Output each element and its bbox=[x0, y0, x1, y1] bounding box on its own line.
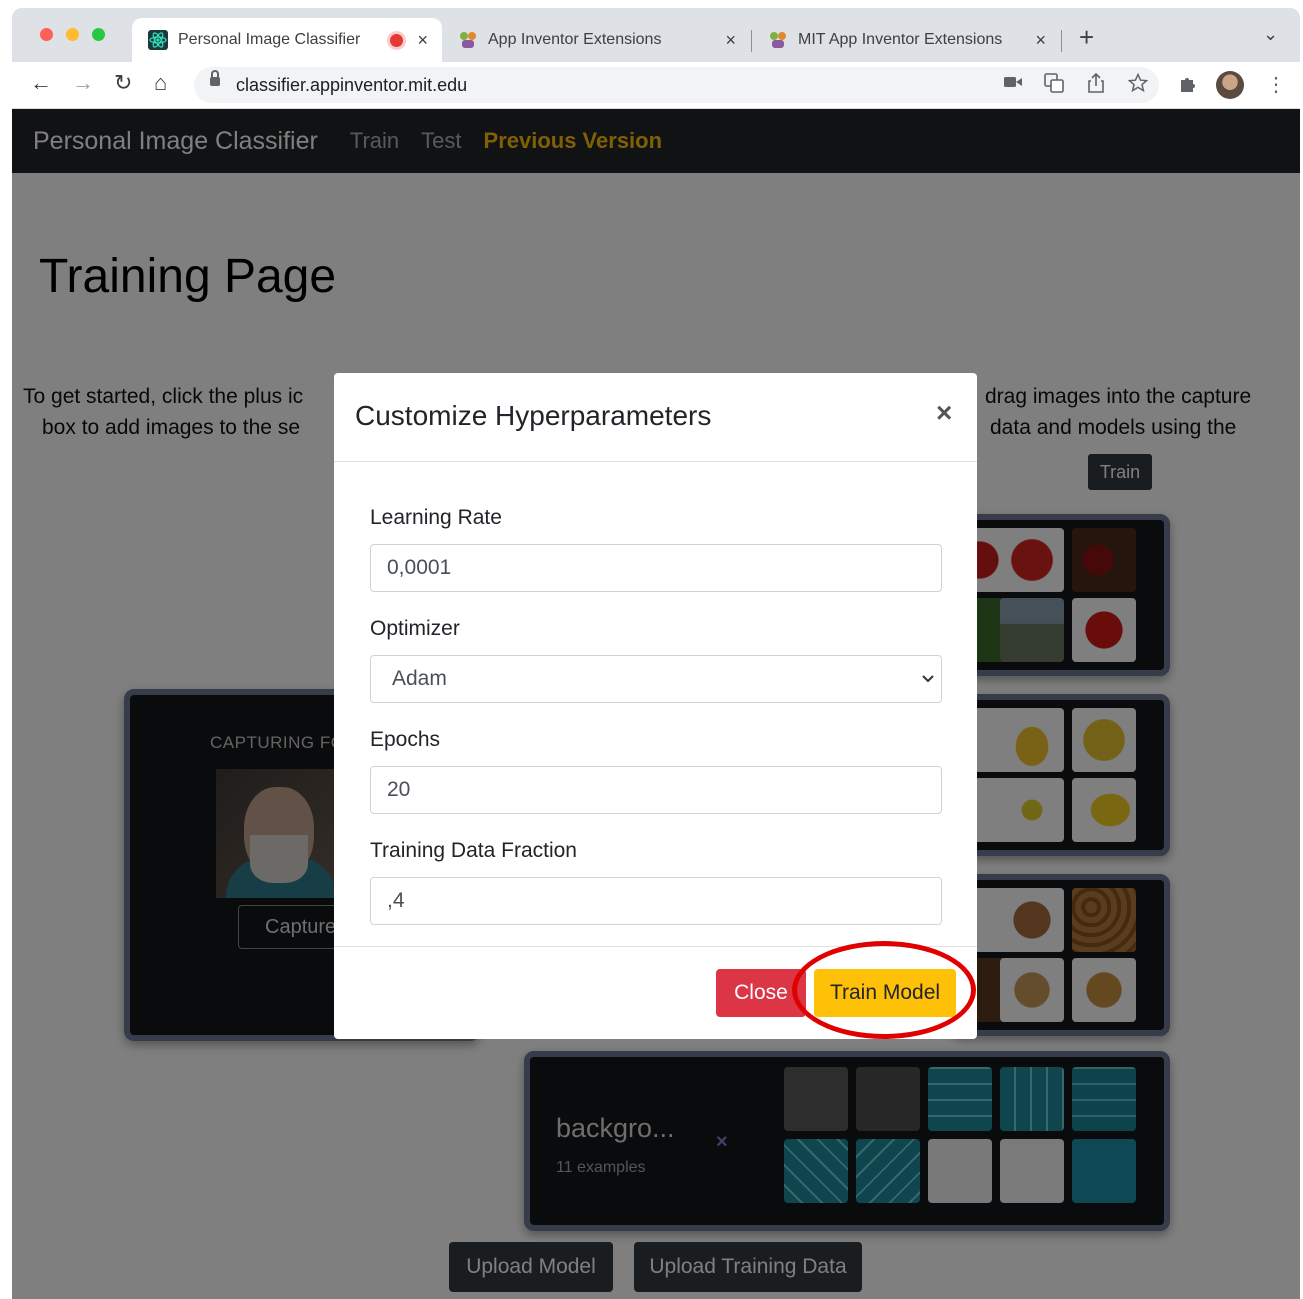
tab-close-icon[interactable]: × bbox=[417, 30, 428, 51]
learning-rate-label: Learning Rate bbox=[370, 506, 502, 529]
recording-indicator-icon bbox=[390, 33, 404, 47]
tab-personal-image-classifier[interactable]: Personal Image Classifier × bbox=[132, 18, 442, 62]
home-icon[interactable]: ⌂ bbox=[154, 70, 167, 96]
optimizer-label: Optimizer bbox=[370, 617, 460, 640]
tab-mit-app-inventor-extensions[interactable]: MIT App Inventor Extensions × bbox=[752, 18, 1060, 62]
epochs-input[interactable]: 20 bbox=[370, 766, 942, 814]
bookmark-star-icon[interactable] bbox=[1127, 72, 1149, 98]
modal-close-icon[interactable]: × bbox=[936, 397, 952, 429]
app-inventor-bee-icon bbox=[768, 30, 788, 50]
tab-close-icon[interactable]: × bbox=[725, 30, 736, 51]
maximize-window-icon[interactable] bbox=[92, 28, 105, 41]
tab-title: App Inventor Extensions bbox=[488, 31, 662, 48]
optimizer-selected-value: Adam bbox=[392, 667, 447, 690]
extensions-puzzle-icon[interactable] bbox=[1178, 74, 1198, 100]
browser-window: Personal Image Classifier × App Inventor… bbox=[12, 8, 1300, 1299]
share-icon[interactable] bbox=[1088, 72, 1104, 98]
new-tab-button[interactable]: + bbox=[1079, 22, 1094, 53]
chevron-down-icon bbox=[921, 668, 935, 689]
modal-title: Customize Hyperparameters bbox=[355, 400, 712, 431]
app-inventor-bee-icon bbox=[458, 30, 478, 50]
camera-icon[interactable] bbox=[1004, 73, 1022, 94]
url-text: classifier.appinventor.mit.edu bbox=[236, 75, 468, 95]
epochs-label: Epochs bbox=[370, 728, 441, 751]
atom-icon bbox=[148, 30, 168, 50]
learning-rate-input[interactable]: 0,0001 bbox=[370, 544, 942, 592]
tab-title: Personal Image Classifier bbox=[178, 31, 361, 48]
training-data-fraction-label: Training Data Fraction bbox=[370, 839, 577, 862]
close-window-icon[interactable] bbox=[40, 28, 53, 41]
profile-avatar[interactable] bbox=[1216, 71, 1244, 99]
back-arrow-icon[interactable]: ← bbox=[30, 70, 52, 96]
reload-icon[interactable]: ↻ bbox=[114, 70, 132, 96]
translate-icon[interactable] bbox=[1044, 73, 1064, 98]
address-bar[interactable]: classifier.appinventor.mit.edu bbox=[194, 67, 1159, 103]
tab-app-inventor-extensions[interactable]: App Inventor Extensions × bbox=[442, 18, 750, 62]
tab-close-icon[interactable]: × bbox=[1035, 30, 1046, 51]
training-data-fraction-input[interactable]: ,4 bbox=[370, 877, 942, 925]
more-menu-icon[interactable]: ⋮ bbox=[1266, 72, 1286, 97]
modal-header: Customize Hyperparameters × bbox=[334, 373, 977, 462]
minimize-window-icon[interactable] bbox=[66, 28, 79, 41]
lock-icon bbox=[210, 70, 220, 86]
tab-strip: Personal Image Classifier × App Inventor… bbox=[12, 8, 1300, 62]
highlight-annotation-ring bbox=[792, 941, 976, 1039]
browser-toolbar: ← → ↻ ⌂ classifier.appinventor.mit.edu ⋮ bbox=[12, 62, 1300, 109]
forward-arrow-icon[interactable]: → bbox=[72, 70, 94, 96]
hyperparameters-modal: Customize Hyperparameters × Learning Rat… bbox=[334, 373, 977, 1039]
tab-title: MIT App Inventor Extensions bbox=[798, 31, 1003, 48]
tab-search-chevron-icon[interactable]: ⌄ bbox=[1263, 24, 1278, 45]
optimizer-select[interactable]: Adam bbox=[370, 655, 942, 703]
page-content: Personal Image Classifier Train Test Pre… bbox=[12, 109, 1300, 1299]
tab-divider bbox=[1061, 30, 1062, 52]
